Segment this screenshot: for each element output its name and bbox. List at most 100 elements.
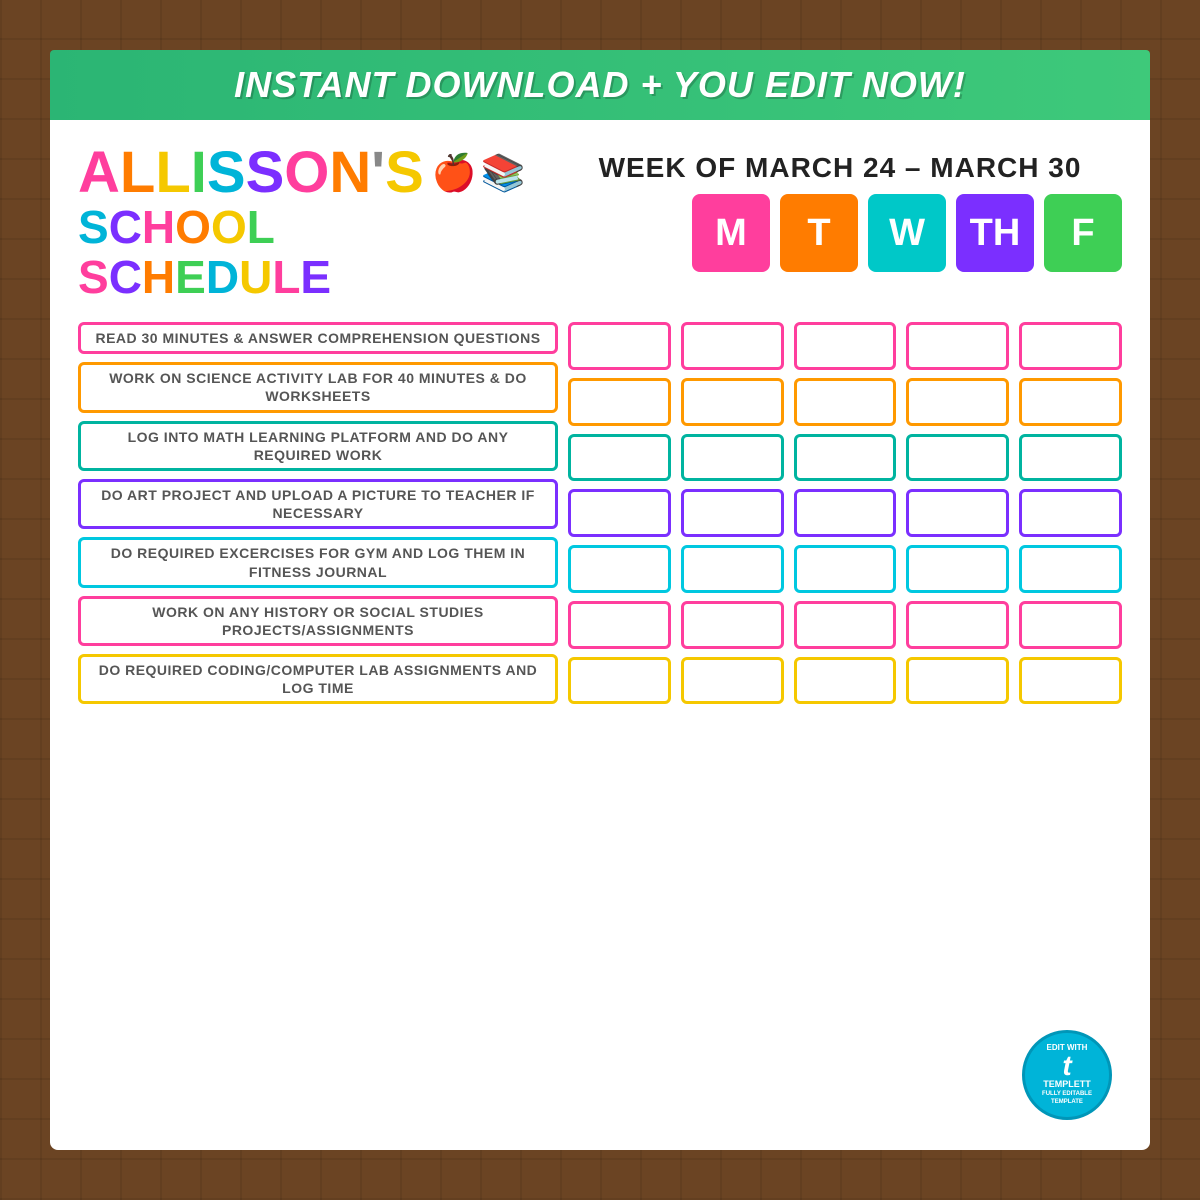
- checkbox-row-7: [568, 657, 1122, 705]
- cb-7-fri[interactable]: [1019, 657, 1122, 705]
- banner: INSTANT DOWNLOAD + YOU EDIT NOW!: [50, 50, 1150, 120]
- cb-4-thu[interactable]: [906, 489, 1009, 537]
- templett-t-icon: t: [1062, 1052, 1071, 1080]
- letter-l2: L: [155, 144, 190, 202]
- cb-4-tue[interactable]: [681, 489, 784, 537]
- checkbox-row-3: [568, 434, 1122, 482]
- task-5: DO REQUIRED EXCERCISES FOR GYM AND LOG T…: [78, 537, 558, 587]
- sh-d: D: [206, 251, 239, 303]
- task-7: DO REQUIRED CODING/COMPUTER LAB ASSIGNME…: [78, 654, 558, 704]
- day-thursday: TH: [956, 194, 1034, 272]
- checkbox-row-2: [568, 378, 1122, 426]
- sh-u: U: [239, 251, 272, 303]
- allison-name: ALLISSON'S 🍎 📚: [78, 144, 558, 202]
- task-1: READ 30 MINUTES & ANSWER COMPREHENSION Q…: [78, 322, 558, 354]
- day-monday: M: [692, 194, 770, 272]
- cb-7-thu[interactable]: [906, 657, 1009, 705]
- letter-a: A: [78, 144, 120, 202]
- cb-1-mon[interactable]: [568, 322, 671, 370]
- letter-s2: S: [246, 144, 285, 202]
- cb-4-wed[interactable]: [794, 489, 897, 537]
- apple-icon: 🍎: [432, 155, 477, 191]
- checkbox-row-4: [568, 489, 1122, 537]
- week-title: WEEK OF MARCH 24 – MARCH 30: [558, 152, 1122, 184]
- days-header: M T W TH F: [558, 194, 1122, 272]
- letter-o: O: [284, 144, 329, 202]
- day-friday: F: [1044, 194, 1122, 272]
- title-block: ALLISSON'S 🍎 📚 SCHOOL SCHEDULE: [78, 144, 558, 304]
- sc-s: S: [78, 201, 109, 253]
- cb-2-mon[interactable]: [568, 378, 671, 426]
- sh-l: L: [272, 251, 300, 303]
- sh-e2: E: [300, 251, 331, 303]
- main-card: ALLISSON'S 🍎 📚 SCHOOL SCHEDULE WEEK OF M…: [50, 120, 1150, 1150]
- sh-s: S: [78, 251, 109, 303]
- cb-7-wed[interactable]: [794, 657, 897, 705]
- templett-badge: EDIT WITH t templett FULLY EDITABLETEMPL…: [1022, 1030, 1112, 1120]
- letter-apos: ': [371, 144, 385, 202]
- sh-c: C: [109, 251, 142, 303]
- cb-5-mon[interactable]: [568, 545, 671, 593]
- cb-3-thu[interactable]: [906, 434, 1009, 482]
- day-wednesday: W: [868, 194, 946, 272]
- checkboxes-column: [568, 322, 1122, 704]
- icons-row: 🍎 📚: [432, 155, 526, 191]
- letter-s3: S: [385, 144, 424, 202]
- outer-wrapper: INSTANT DOWNLOAD + YOU EDIT NOW! ALLISSO…: [50, 50, 1150, 1150]
- cb-7-mon[interactable]: [568, 657, 671, 705]
- sc-h: H: [142, 201, 175, 253]
- sh-e: E: [175, 251, 206, 303]
- cb-5-tue[interactable]: [681, 545, 784, 593]
- cb-3-mon[interactable]: [568, 434, 671, 482]
- cb-2-wed[interactable]: [794, 378, 897, 426]
- cb-6-thu[interactable]: [906, 601, 1009, 649]
- letter-n: N: [329, 144, 371, 202]
- books-icon: 📚: [481, 155, 526, 191]
- cb-1-thu[interactable]: [906, 322, 1009, 370]
- templett-brand: templett: [1043, 1080, 1091, 1089]
- cb-5-fri[interactable]: [1019, 545, 1122, 593]
- header-row: ALLISSON'S 🍎 📚 SCHOOL SCHEDULE WEEK OF M…: [78, 144, 1122, 304]
- tasks-column: READ 30 MINUTES & ANSWER COMPREHENSION Q…: [78, 322, 558, 704]
- cb-1-wed[interactable]: [794, 322, 897, 370]
- task-6: WORK ON ANY HISTORY OR SOCIAL STUDIES PR…: [78, 596, 558, 646]
- letter-i: I: [191, 144, 207, 202]
- cb-6-fri[interactable]: [1019, 601, 1122, 649]
- grid-section: READ 30 MINUTES & ANSWER COMPREHENSION Q…: [78, 322, 1122, 704]
- cb-3-wed[interactable]: [794, 434, 897, 482]
- cb-3-fri[interactable]: [1019, 434, 1122, 482]
- day-tuesday: T: [780, 194, 858, 272]
- banner-text: INSTANT DOWNLOAD + YOU EDIT NOW!: [234, 64, 966, 105]
- grid-wrapper: READ 30 MINUTES & ANSWER COMPREHENSION Q…: [78, 322, 1122, 1130]
- cb-2-tue[interactable]: [681, 378, 784, 426]
- cb-6-wed[interactable]: [794, 601, 897, 649]
- cb-5-wed[interactable]: [794, 545, 897, 593]
- task-4: DO ART PROJECT AND UPLOAD A PICTURE TO T…: [78, 479, 558, 529]
- cb-4-mon[interactable]: [568, 489, 671, 537]
- cb-4-fri[interactable]: [1019, 489, 1122, 537]
- cb-2-thu[interactable]: [906, 378, 1009, 426]
- templett-editable: FULLY EDITABLETEMPLATE: [1042, 1091, 1092, 1105]
- sc-o2: O: [211, 201, 247, 253]
- sh-h: H: [142, 251, 175, 303]
- cb-3-tue[interactable]: [681, 434, 784, 482]
- letter-s1: S: [207, 144, 246, 202]
- task-2: WORK ON SCIENCE ACTIVITY LAB FOR 40 MINU…: [78, 362, 558, 412]
- sched-text: SCHEDULE: [78, 250, 558, 304]
- checkbox-row-6: [568, 601, 1122, 649]
- letter-l1: L: [120, 144, 155, 202]
- cb-7-tue[interactable]: [681, 657, 784, 705]
- cb-6-mon[interactable]: [568, 601, 671, 649]
- cb-1-tue[interactable]: [681, 322, 784, 370]
- cb-5-thu[interactable]: [906, 545, 1009, 593]
- checkbox-row-5: [568, 545, 1122, 593]
- week-block: WEEK OF MARCH 24 – MARCH 30 M T W TH F: [558, 144, 1122, 272]
- sc-c: C: [109, 201, 142, 253]
- cb-2-fri[interactable]: [1019, 378, 1122, 426]
- task-3: LOG INTO MATH LEARNING PLATFORM AND DO A…: [78, 421, 558, 471]
- sc-l: L: [247, 201, 275, 253]
- checkbox-row-1: [568, 322, 1122, 370]
- cb-1-fri[interactable]: [1019, 322, 1122, 370]
- cb-6-tue[interactable]: [681, 601, 784, 649]
- school-text: SCHOOL: [78, 200, 558, 254]
